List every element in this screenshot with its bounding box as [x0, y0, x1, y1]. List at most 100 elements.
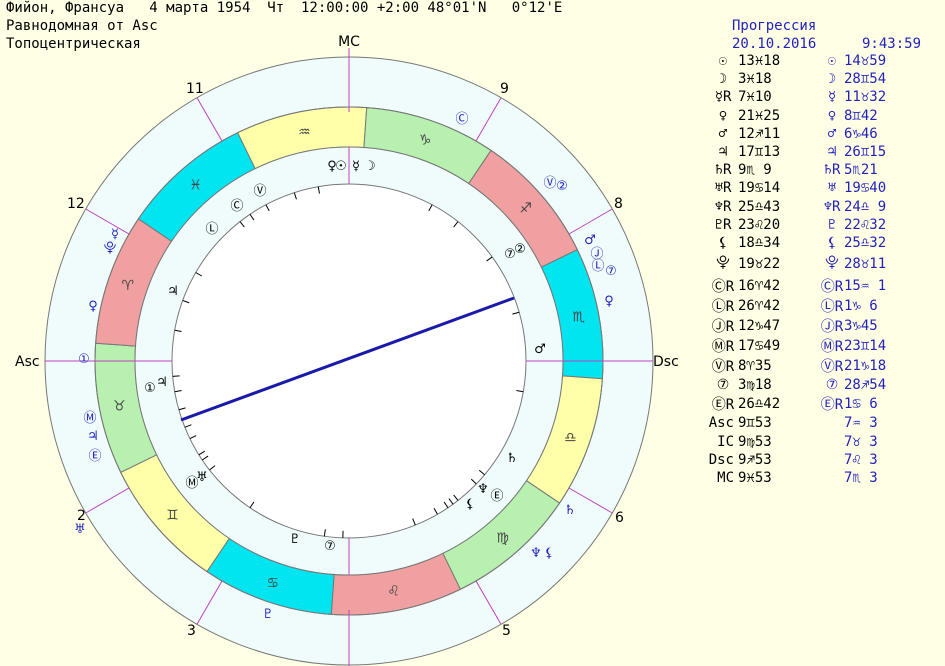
- planet-psym: ♆R: [823, 198, 841, 215]
- dsc-label: Dsc: [653, 354, 679, 370]
- planet-natal: 21♓25: [738, 107, 781, 124]
- planet-row: ♇R 23♌20 ♇ 22♌32: [708, 216, 934, 234]
- planet-row: ⒿR 12♑47 ⒿR 3♑45: [708, 316, 934, 336]
- planet-row: ☽ 3♓18 ☽ 28♊54: [708, 70, 934, 88]
- planet-natal: 12♐11: [738, 125, 781, 142]
- outer-planet-glyph: ♄: [564, 503, 576, 518]
- planet-prog: 19♋40: [844, 180, 887, 197]
- outer-planet-glyph: Ⓔ: [88, 449, 101, 464]
- planet-psym: ♅: [827, 180, 837, 197]
- planet-sym: ⚸: [717, 234, 729, 251]
- planet-natal: 3♍18: [738, 377, 772, 394]
- planet-prog: 26♊15: [844, 144, 887, 161]
- planet-row: ♅R 19♋14 ♅ 19♋40: [708, 179, 934, 197]
- inner-planet-glyph: ♃: [167, 284, 179, 299]
- planet-sym: ⓋR: [711, 359, 735, 376]
- planet-psym: ⓂR: [820, 339, 844, 356]
- planet-prog: 28♉11: [844, 256, 887, 273]
- planet-psym: ☉: [827, 53, 837, 70]
- planet-row: ♀ 21♓25 ♀ 8♊42: [708, 107, 934, 125]
- planet-sym: ⒺR: [711, 397, 735, 414]
- planet-row: ⚸ 18♎34 ⚸ 25♎32: [708, 234, 934, 252]
- inner-planet-glyph: ♄: [506, 451, 518, 466]
- asc-label: Asc: [15, 354, 40, 370]
- inner-planet-glyph: ♅: [196, 470, 208, 485]
- inner-planet-glyph: ⑦: [504, 247, 516, 262]
- inner-planet-glyph: ☉: [335, 159, 347, 174]
- planet-psym: ♇: [827, 216, 837, 233]
- angle-label: Dsc: [708, 451, 734, 468]
- house-number-9: 9: [500, 81, 509, 97]
- planet-natal: 23♌20: [738, 216, 781, 233]
- progression-date: 20.10.2016: [732, 36, 817, 52]
- planet-sym: ♃: [718, 144, 728, 161]
- inner-planet-glyph: ②: [514, 242, 526, 257]
- planet-prog: 28♊54: [844, 71, 887, 88]
- angle-natal: 9♊53: [738, 415, 772, 432]
- house-number-12: 12: [67, 196, 85, 212]
- angle-label: IC: [717, 433, 734, 450]
- planet-natal: 26♈42: [738, 298, 781, 315]
- planet-psym: ⒺR: [820, 397, 844, 414]
- zodiac-sign-glyph: ♑: [419, 133, 432, 149]
- planet-sym: ♄R: [714, 162, 732, 179]
- planet-natal: 25♎43: [738, 198, 781, 215]
- planet-prog: 28♐54: [844, 377, 887, 394]
- inner-planet-glyph: ☿: [352, 159, 360, 174]
- planet-row: ⓋR 8♈35 ⓋR 21♑18: [708, 356, 934, 376]
- planet-natal: 7♓10: [738, 89, 772, 106]
- planet-natal: 19♉22: [738, 256, 781, 273]
- planet-psym: ⓁR: [820, 299, 844, 316]
- planet-natal: 16♈42: [738, 278, 781, 295]
- planet-sym: ☿R: [714, 89, 732, 106]
- planet-psym: ♀: [827, 107, 837, 124]
- inner-planet-glyph: ⚸: [465, 497, 475, 512]
- inner-planet-glyph: Ⓔ: [490, 489, 503, 504]
- planet-sym: ⒿR: [711, 319, 735, 336]
- planet-sym: ☉: [718, 53, 728, 70]
- angle-label: MC: [717, 469, 734, 486]
- planet-natal: 17♊13: [738, 144, 781, 161]
- zodiac-sign-glyph: ♈: [121, 278, 134, 294]
- planet-row: ♂ 12♐11 ♂ 6♑46: [708, 125, 934, 143]
- planet-prog: 3♑45: [844, 318, 878, 335]
- planet-prog: 25♎32: [844, 234, 887, 251]
- angle-prog: 7♌ 3: [844, 451, 878, 468]
- zodiac-sign-glyph: ♌: [387, 584, 400, 600]
- outer-planet-glyph: ⚸: [544, 546, 554, 561]
- planet-row: ⯓ 19♉22 ⯓ 28♉11: [708, 252, 934, 276]
- planet-psym: ⒿR: [820, 319, 844, 336]
- outer-planet-glyph: Ⓜ: [83, 411, 96, 426]
- outer-planet-glyph: ♀: [604, 294, 614, 309]
- planet-prog: 21♑18: [844, 358, 887, 375]
- planet-row: ⓁR 26♈42 ⓁR 1♑ 6: [708, 296, 934, 316]
- zodiac-sign-glyph: ♓: [189, 177, 202, 193]
- planet-prog: 5♏21: [844, 162, 878, 179]
- zodiac-sign-glyph: ♏: [572, 309, 585, 325]
- planet-row: ⒸR 16♈42 ⒸR 15♒ 1: [708, 276, 934, 296]
- house-number-8: 8: [614, 196, 623, 212]
- inner-planet-glyph: Ⓒ: [230, 199, 243, 214]
- progression-time: 9:43:59: [862, 36, 922, 52]
- outer-planet-glyph: ☿: [111, 227, 119, 242]
- zodiac-sign-glyph: ♊: [166, 508, 179, 524]
- planet-row: ♃ 17♊13 ♃ 26♊15: [708, 143, 934, 161]
- angle-row: Asc 9♊53 7♒ 3: [708, 414, 934, 432]
- zodiac-sign-glyph: ♉: [113, 399, 126, 415]
- outer-planet-glyph: ①: [78, 352, 90, 367]
- planet-natal: 8♈35: [738, 358, 772, 375]
- planet-row: ♆R 25♎43 ♆R 24♎ 9: [708, 198, 934, 216]
- planet-sym: ♂: [718, 125, 728, 142]
- outer-planet-glyph: ⯓: [104, 241, 117, 256]
- planet-prog: 8♊42: [844, 107, 878, 124]
- planet-sym: ⓁR: [711, 299, 735, 316]
- planet-psym: ♃: [827, 144, 837, 161]
- planet-prog: 15♒ 1: [844, 278, 887, 295]
- planet-psym: ⚸: [826, 234, 838, 251]
- outer-planet-glyph: ②: [556, 179, 568, 194]
- angle-natal: 9♍53: [738, 433, 772, 450]
- planet-natal: 13♓18: [738, 53, 781, 70]
- planet-psym: ⯓: [825, 255, 839, 272]
- inner-planet-glyph: ①: [144, 381, 156, 396]
- angle-row: Dsc 9♐53 7♌ 3: [708, 451, 934, 469]
